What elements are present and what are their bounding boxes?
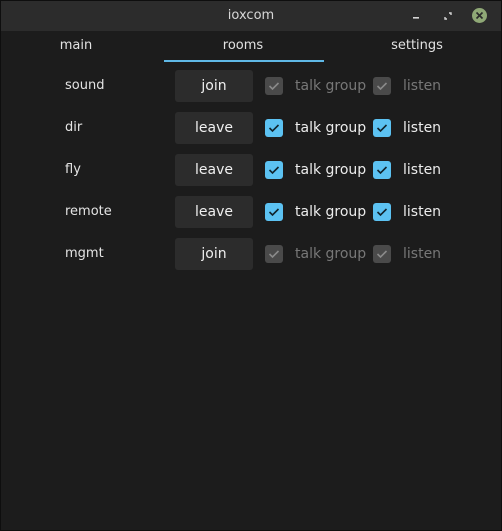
join-button[interactable]: join	[175, 70, 253, 102]
tab-bar: main rooms settings	[1, 31, 501, 63]
leave-button[interactable]: leave	[175, 154, 253, 186]
room-row-sound: sound join talk group listen	[1, 70, 501, 102]
app-window: ioxcom main rooms settings sound join ta…	[0, 0, 502, 531]
tab-rooms[interactable]: rooms	[163, 31, 323, 61]
checkmark-icon	[376, 166, 388, 175]
talk-group-label: talk group	[295, 120, 367, 136]
leave-button[interactable]: leave	[175, 112, 253, 144]
close-button[interactable]	[472, 8, 487, 23]
room-name: remote	[65, 204, 112, 219]
talk-group-label: talk group	[295, 78, 367, 94]
checkmark-icon	[268, 208, 280, 217]
maximize-icon	[444, 12, 452, 20]
minimize-button[interactable]	[408, 8, 424, 24]
maximize-button[interactable]	[440, 8, 456, 24]
listen-label: listen	[403, 78, 442, 94]
room-row-dir: dir leave talk group listen	[1, 112, 501, 144]
room-row-mgmt: mgmt join talk group listen	[1, 238, 501, 270]
listen-checkbox[interactable]	[373, 161, 391, 179]
minimize-icon	[413, 17, 419, 19]
window-title: ioxcom	[227, 8, 275, 23]
checkmark-icon	[376, 82, 388, 91]
tab-main[interactable]: main	[1, 31, 151, 61]
talk-group-checkbox[interactable]	[265, 161, 283, 179]
checkmark-icon	[268, 166, 280, 175]
checkmark-icon	[268, 250, 280, 259]
checkmark-icon	[376, 250, 388, 259]
talk-group-label: talk group	[295, 204, 367, 220]
room-name: fly	[65, 162, 81, 177]
listen-label: listen	[403, 162, 442, 178]
checkmark-icon	[268, 124, 280, 133]
listen-checkbox[interactable]	[373, 77, 391, 95]
listen-label: listen	[403, 246, 442, 262]
talk-group-label: talk group	[295, 162, 367, 178]
room-name: mgmt	[65, 246, 104, 261]
listen-label: listen	[403, 204, 442, 220]
leave-button[interactable]: leave	[175, 196, 253, 228]
checkmark-icon	[376, 124, 388, 133]
active-tab-indicator	[164, 60, 324, 62]
checkmark-icon	[268, 82, 280, 91]
titlebar[interactable]: ioxcom	[1, 1, 501, 31]
checkmark-icon	[376, 208, 388, 217]
tab-settings[interactable]: settings	[341, 31, 493, 61]
listen-checkbox[interactable]	[373, 245, 391, 263]
room-name: sound	[65, 78, 105, 93]
join-button[interactable]: join	[175, 238, 253, 270]
room-name: dir	[65, 120, 83, 135]
listen-checkbox[interactable]	[373, 203, 391, 221]
room-row-remote: remote leave talk group listen	[1, 196, 501, 228]
close-icon	[475, 11, 484, 20]
talk-group-checkbox[interactable]	[265, 119, 283, 137]
talk-group-checkbox[interactable]	[265, 245, 283, 263]
listen-checkbox[interactable]	[373, 119, 391, 137]
listen-label: listen	[403, 120, 442, 136]
room-row-fly: fly leave talk group listen	[1, 154, 501, 186]
talk-group-checkbox[interactable]	[265, 77, 283, 95]
talk-group-checkbox[interactable]	[265, 203, 283, 221]
talk-group-label: talk group	[295, 246, 367, 262]
